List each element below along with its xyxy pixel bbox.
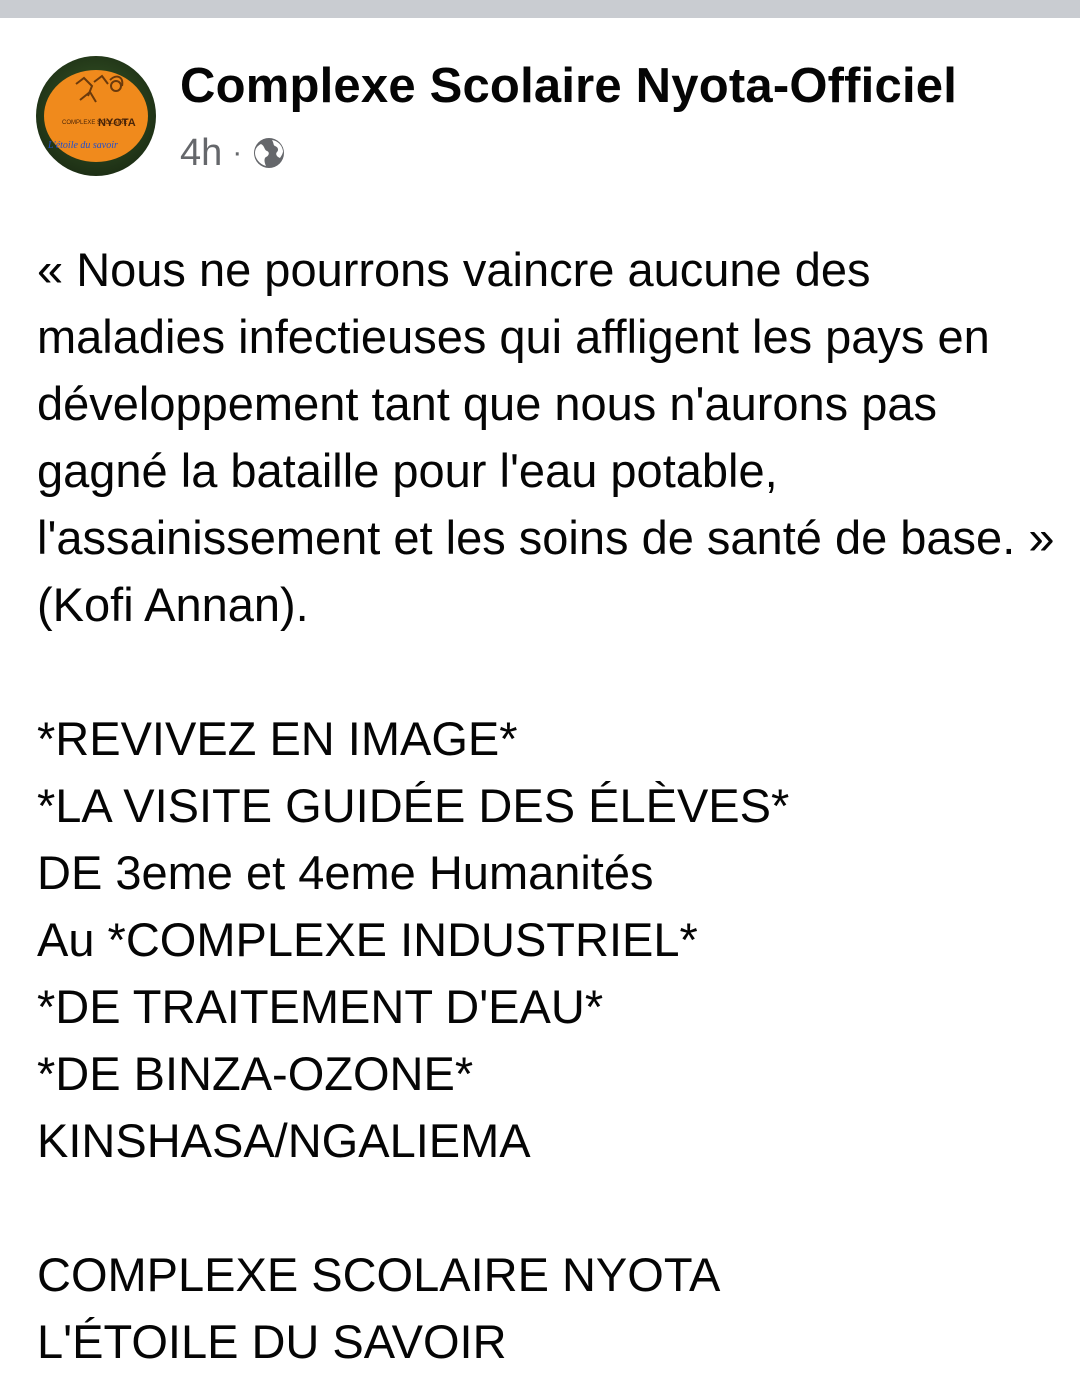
logo-text-name: NYOTA: [98, 117, 136, 129]
post-line: *REVIVEZ EN IMAGE*: [37, 712, 518, 765]
page-avatar[interactable]: COMPLEXE SCOLAIRE NYOTA L'étoile du savo…: [36, 56, 156, 176]
post-signature-line: COMPLEXE SCOLAIRE NYOTA: [37, 1248, 721, 1301]
post-line: *DE BINZA-OZONE*: [37, 1047, 474, 1100]
post-header: COMPLEXE SCOLAIRE NYOTA L'étoile du savo…: [36, 56, 1046, 176]
meta-separator: ·: [232, 136, 243, 169]
post-timestamp[interactable]: 4h: [180, 132, 222, 175]
logo-tagline: L'étoile du savoir: [47, 140, 118, 151]
post-quote: « Nous ne pourrons vaincre aucune des ma…: [37, 243, 1068, 631]
nyota-logo-icon: COMPLEXE SCOLAIRE NYOTA L'étoile du savo…: [47, 74, 136, 151]
post-line: *LA VISITE GUIDÉE DES ÉLÈVES*: [37, 779, 790, 832]
post-line: KINSHASA/NGALIEMA: [37, 1114, 531, 1167]
post-line: DE 3eme et 4eme Humanités: [37, 846, 654, 899]
page-name-link[interactable]: Complexe Scolaire Nyota-Officiel: [180, 58, 957, 114]
post-body: « Nous ne pourrons vaincre aucune des ma…: [37, 236, 1057, 1375]
top-divider: [0, 0, 1080, 18]
post-meta: 4h ·: [180, 132, 286, 174]
post-line: Au *COMPLEXE INDUSTRIEL*: [37, 913, 698, 966]
post-line: *DE TRAITEMENT D'EAU*: [37, 980, 604, 1033]
post-signature-line: L'ÉTOILE DU SAVOIR: [37, 1315, 507, 1368]
globe-icon[interactable]: [252, 136, 286, 170]
